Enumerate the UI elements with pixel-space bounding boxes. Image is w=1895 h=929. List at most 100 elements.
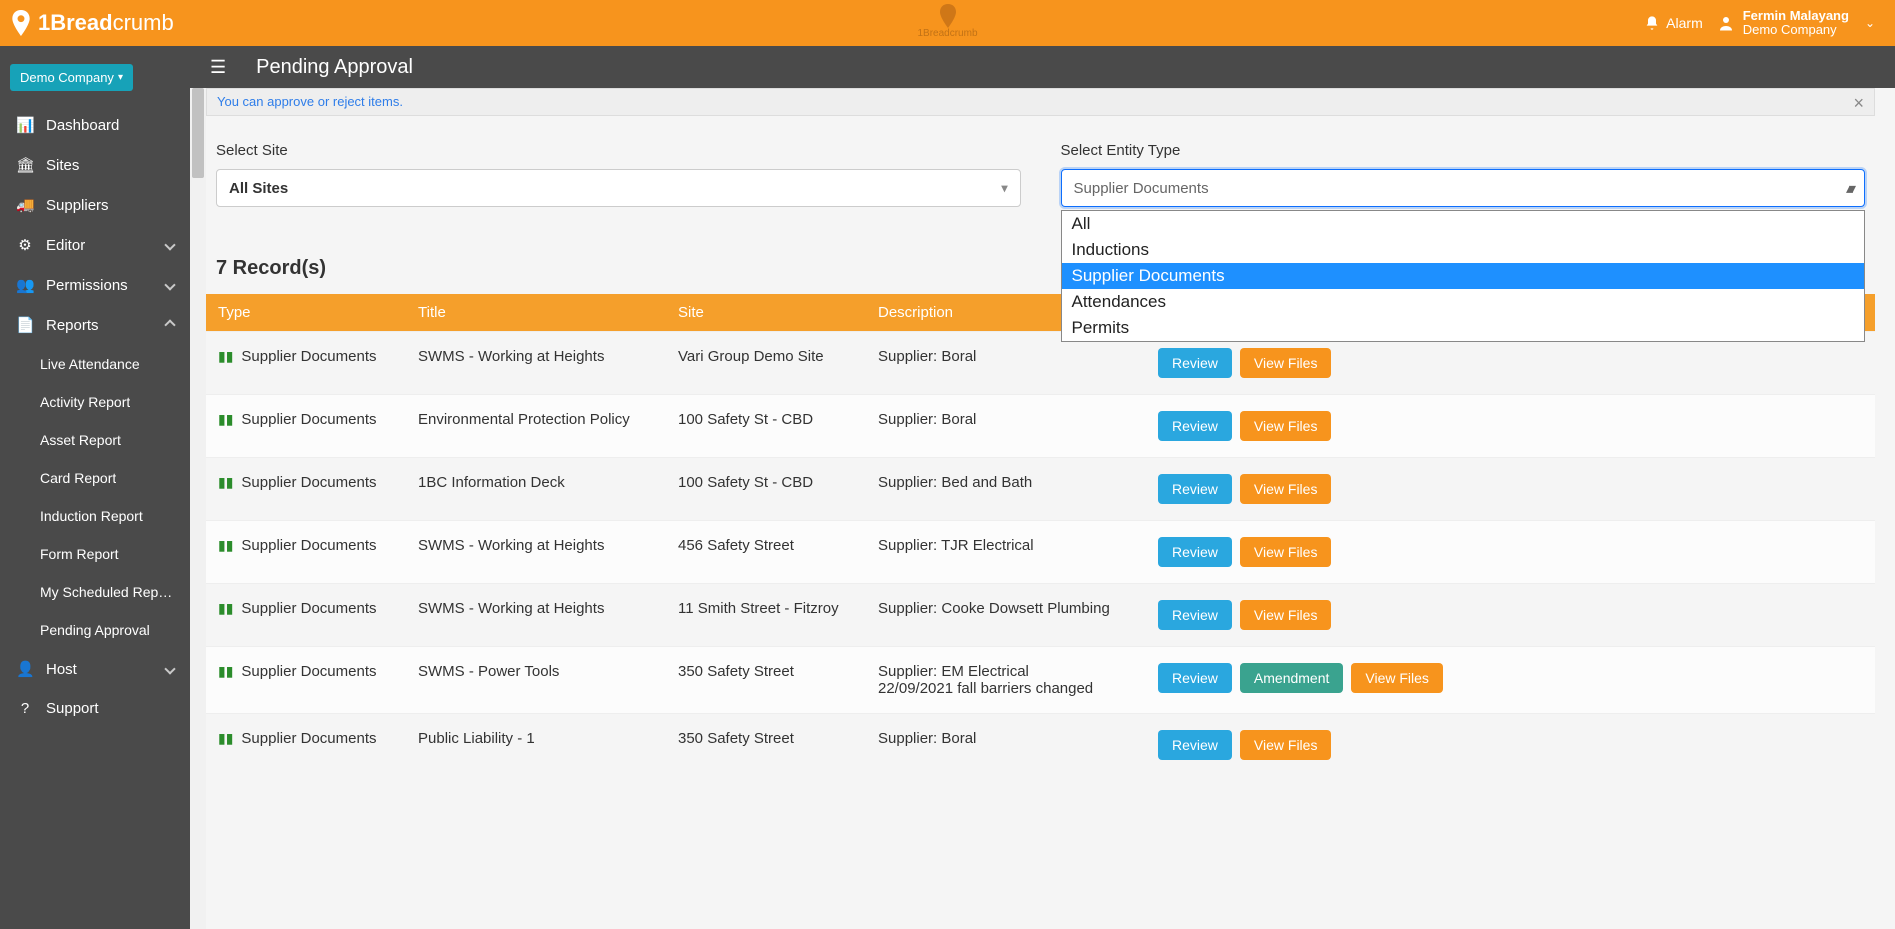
row-type: Supplier Documents (241, 411, 376, 428)
sidebar-item-dashboard[interactable]: 📊Dashboard (0, 105, 190, 145)
sidebar-item-form-report[interactable]: Form Report (0, 535, 190, 573)
content-scrollbar[interactable] (190, 88, 206, 929)
row-type: Supplier Documents (241, 474, 376, 491)
table-row: ▮▮ Supplier Documents 1BC Information Deck… (206, 458, 1875, 521)
sidebar-item-induction-report[interactable]: Induction Report (0, 497, 190, 535)
review-button[interactable]: Review (1158, 537, 1232, 567)
truck-icon: 🚚 (16, 196, 34, 214)
sidebar-toggle-button[interactable]: ☰ (210, 57, 226, 78)
chart-icon: ▮▮ (218, 411, 233, 428)
view-files-button[interactable]: View Files (1240, 600, 1332, 630)
entity-option-all[interactable]: All (1062, 211, 1865, 237)
col-title[interactable]: Title (406, 294, 666, 332)
entity-option-inductions[interactable]: Inductions (1062, 237, 1865, 263)
view-files-button[interactable]: View Files (1240, 348, 1332, 378)
chart-icon: ▮▮ (218, 537, 233, 554)
row-description: Supplier: Boral (866, 714, 1146, 777)
alarm-button[interactable]: Alarm (1644, 15, 1703, 31)
row-title: Public Liability - 1 (406, 714, 666, 777)
sidebar-item-suppliers[interactable]: 🚚 Suppliers (0, 185, 190, 225)
row-description: Supplier: Cooke Dowsett Plumbing (866, 584, 1146, 647)
review-button[interactable]: Review (1158, 411, 1232, 441)
sidebar-item-permissions[interactable]: 👥Permissions (0, 265, 190, 305)
row-title: SWMS - Working at Heights (406, 332, 666, 395)
logo-pin-icon (10, 10, 32, 36)
sidebar-item-support[interactable]: ?Support (0, 689, 190, 728)
review-button[interactable]: Review (1158, 474, 1232, 504)
table-row: ▮▮Supplier DocumentsSWMS - Working at He… (206, 584, 1875, 647)
row-description: Supplier: Boral (866, 395, 1146, 458)
sidebar-item-label: Host (46, 661, 77, 678)
row-title: Environmental Protection Policy (406, 395, 666, 458)
chart-icon: ▮▮ (218, 474, 233, 491)
review-button[interactable]: Review (1158, 348, 1232, 378)
entity-select[interactable]: Supplier Documents ▴▾ (1061, 169, 1866, 207)
list-icon: 📄 (16, 316, 34, 334)
row-actions: Review View Files (1146, 458, 1875, 521)
brand[interactable]: 1Breadcrumb (10, 10, 174, 36)
user-menu[interactable]: Fermin Malayang Demo Company ⌄ (1717, 9, 1875, 38)
view-files-button[interactable]: View Files (1240, 474, 1332, 504)
view-files-button[interactable]: View Files (1240, 537, 1332, 567)
review-button[interactable]: Review (1158, 663, 1232, 693)
col-type[interactable]: Type (206, 294, 406, 332)
sidebar-item-asset-report[interactable]: Asset Report (0, 421, 190, 459)
sidebar-item-label: Live Attendance (40, 356, 140, 372)
sidebar-item-label: Suppliers (46, 197, 109, 214)
sidebar-item-label: Sites (46, 157, 79, 174)
filter-site: Select Site All Sites ▾ (216, 142, 1021, 207)
sidebar-item-pending-approval[interactable]: Pending Approval (0, 611, 190, 649)
row-actions: Review View Files (1146, 521, 1875, 584)
topbar-center-logo: 1Breadcrumb (917, 4, 977, 39)
sidebar-item-editor[interactable]: ⚙Editor (0, 225, 190, 265)
sidebar-item-label: Asset Report (40, 432, 121, 448)
sidebar-item-label: Dashboard (46, 117, 119, 134)
entity-option-supplier-documents[interactable]: Supplier Documents (1062, 263, 1865, 289)
sidebar-item-reports[interactable]: 📄Reports (0, 305, 190, 345)
row-site: 350 Safety Street (666, 714, 866, 777)
review-button[interactable]: Review (1158, 730, 1232, 760)
sidebar-item-card-report[interactable]: Card Report (0, 459, 190, 497)
banner-close-button[interactable]: × (1853, 93, 1864, 114)
company-selector[interactable]: Demo Company▾ (10, 64, 133, 91)
filter-site-label: Select Site (216, 142, 1021, 159)
row-actions: Review Amendment View Files (1146, 647, 1875, 714)
site-select[interactable]: All Sites ▾ (216, 169, 1021, 207)
question-icon: ? (16, 700, 34, 717)
sidebar-item-my-scheduled-repo-[interactable]: My Scheduled Repo... (0, 573, 190, 611)
row-actions: Review View Files (1146, 584, 1875, 647)
row-title: 1BC Information Deck (406, 458, 666, 521)
row-title: SWMS - Power Tools (406, 647, 666, 714)
review-button[interactable]: Review (1158, 600, 1232, 630)
sidebar-item-label: Editor (46, 237, 85, 254)
amendment-button[interactable]: Amendment (1240, 663, 1343, 693)
userplus-icon: 👤 (16, 660, 34, 678)
entity-option-permits[interactable]: Permits (1062, 315, 1865, 341)
sidebar-item-host[interactable]: 👤 Host (0, 649, 190, 689)
row-title: SWMS - Working at Heights (406, 521, 666, 584)
row-site: 100 Safety St - CBD (666, 395, 866, 458)
entity-option-attendances[interactable]: Attendances (1062, 289, 1865, 315)
sidebar-item-live-attendance[interactable]: Live Attendance (0, 345, 190, 383)
sidebar-item-label: Pending Approval (40, 622, 150, 638)
chevron-down-icon: ⌄ (1865, 16, 1875, 30)
view-files-button[interactable]: View Files (1240, 730, 1332, 760)
main-content: You can approve or reject items. × Selec… (206, 88, 1875, 929)
view-files-button[interactable]: View Files (1351, 663, 1443, 693)
sidebar: Demo Company▾ 📊Dashboard🏛Sites 🚚 Suppliers… (0, 46, 190, 929)
row-description: Supplier: TJR Electrical (866, 521, 1146, 584)
topbar: 1Breadcrumb 1Breadcrumb Alarm Fermin Mal… (0, 0, 1895, 46)
sort-icon: ▴▾ (1846, 180, 1852, 197)
sidebar-item-sites[interactable]: 🏛Sites (0, 145, 190, 185)
sidebar-item-label: Form Report (40, 546, 119, 562)
chart-icon: ▮▮ (218, 663, 233, 680)
col-site[interactable]: Site (666, 294, 866, 332)
banner-text[interactable]: You can approve or reject items. (217, 94, 403, 109)
row-actions: Review View Files (1146, 395, 1875, 458)
row-site: 100 Safety St - CBD (666, 458, 866, 521)
row-site: Vari Group Demo Site (666, 332, 866, 395)
sidebar-item-label: My Scheduled Repo... (40, 584, 174, 600)
user-icon (1717, 14, 1735, 32)
view-files-button[interactable]: View Files (1240, 411, 1332, 441)
sidebar-item-activity-report[interactable]: Activity Report (0, 383, 190, 421)
